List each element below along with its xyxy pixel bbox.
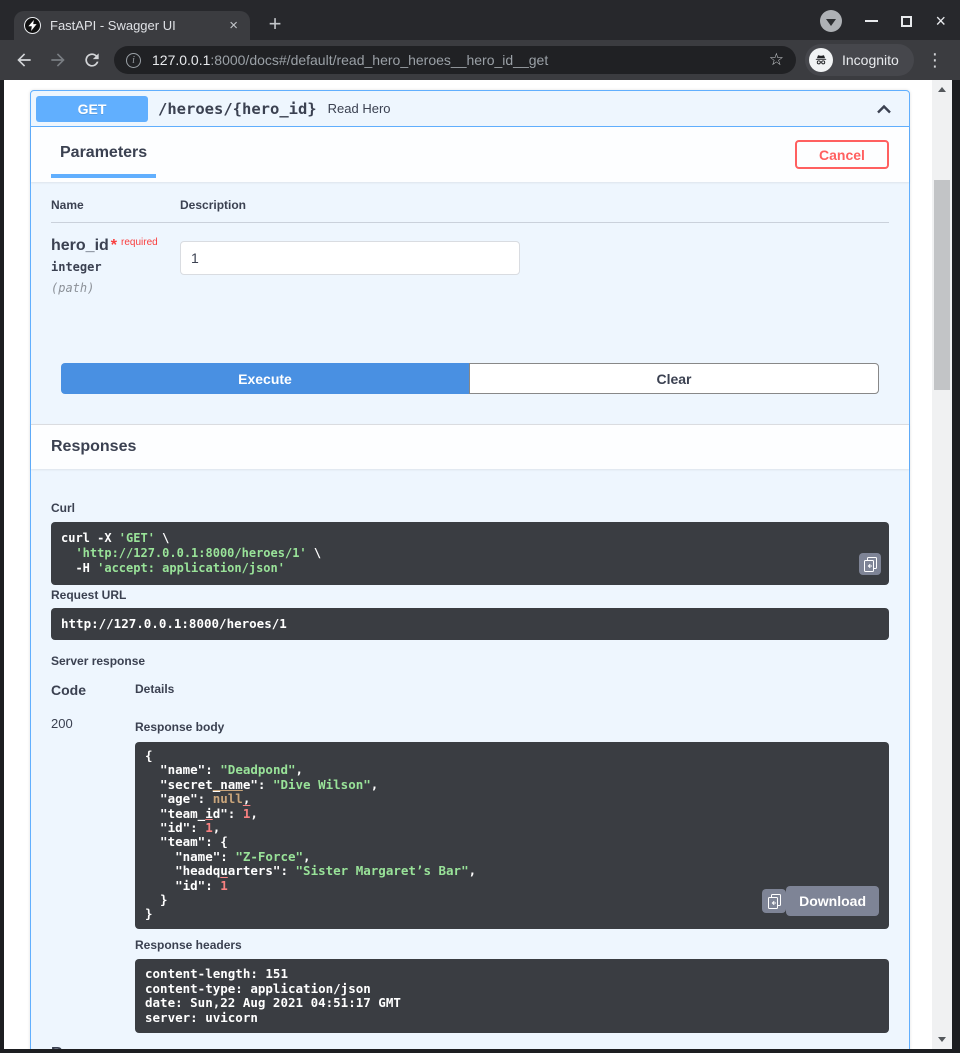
parameter-name-cell: hero_id*required integer (path) bbox=[51, 237, 180, 341]
bookmark-star-icon[interactable]: ☆ bbox=[769, 50, 784, 70]
browser-menu-icon[interactable]: ⋮ bbox=[926, 50, 944, 71]
url-text[interactable]: 127.0.0.1:8000/docs#/default/read_hero_h… bbox=[152, 52, 761, 68]
column-header-description: Description bbox=[180, 198, 246, 212]
status-code: 200 bbox=[51, 716, 135, 1033]
responses-body: Curl curl -X 'GET' \ 'http://127.0.0.1:8… bbox=[31, 469, 909, 1049]
operation-summary[interactable]: GET /heroes/{hero_id} Read Hero bbox=[31, 91, 909, 127]
parameters-table-head: Name Description bbox=[51, 198, 889, 223]
browser-tab[interactable]: FastAPI - Swagger UI × bbox=[14, 11, 250, 40]
request-url-label: Request URL bbox=[51, 588, 889, 602]
endpoint-path: /heroes/{hero_id} bbox=[158, 100, 317, 118]
cancel-button[interactable]: Cancel bbox=[795, 140, 889, 169]
caret-down-icon bbox=[826, 19, 836, 26]
tab-title: FastAPI - Swagger UI bbox=[50, 18, 227, 33]
response-headers-text: content-length: 151content-type: applica… bbox=[145, 967, 879, 1025]
copy-curl-button[interactable] bbox=[859, 553, 881, 575]
response-body-label: Response body bbox=[135, 720, 889, 734]
parameter-name: hero_id*required bbox=[51, 237, 180, 255]
parameter-type: integer bbox=[51, 260, 180, 274]
response-details-cell: Response body { "name": "Deadpond", "sec… bbox=[135, 716, 889, 1033]
forward-button[interactable] bbox=[48, 50, 68, 70]
response-headers-label: Response headers bbox=[135, 938, 889, 952]
window-edge-right bbox=[952, 80, 960, 1053]
incognito-label: Incognito bbox=[842, 52, 899, 68]
execute-wrapper: Execute Clear bbox=[31, 341, 909, 424]
url-path: :8000/docs#/default/read_hero_heroes__he… bbox=[210, 52, 548, 68]
responses-title: Responses bbox=[51, 438, 136, 455]
request-url-block: http://127.0.0.1:8000/heroes/1 bbox=[51, 608, 889, 640]
server-response-table-head: Code Details bbox=[51, 682, 889, 698]
browser-toolbar: i 127.0.0.1:8000/docs#/default/read_hero… bbox=[0, 40, 960, 80]
scroll-down-icon[interactable] bbox=[938, 1037, 946, 1042]
hero-id-input[interactable] bbox=[180, 241, 520, 275]
server-response-row: 200 Response body { "name": "Deadpond", … bbox=[51, 716, 889, 1033]
fastapi-favicon-icon bbox=[24, 17, 41, 34]
response-headers-block: content-length: 151content-type: applica… bbox=[135, 959, 889, 1033]
column-header-name: Name bbox=[51, 198, 180, 212]
browser-tab-bar: FastAPI - Swagger UI × + × bbox=[0, 0, 960, 40]
scroll-up-icon[interactable] bbox=[938, 87, 946, 92]
browser-status-icon[interactable] bbox=[820, 10, 842, 32]
minimize-button[interactable] bbox=[865, 20, 878, 22]
parameters-header: Parameters Cancel bbox=[31, 127, 909, 182]
window-controls: × bbox=[820, 9, 946, 33]
curl-command-text: curl -X 'GET' \ 'http://127.0.0.1:8000/h… bbox=[61, 531, 849, 576]
required-label: required bbox=[121, 237, 158, 248]
address-bar[interactable]: i 127.0.0.1:8000/docs#/default/read_hero… bbox=[114, 46, 796, 74]
responses-header: Responses bbox=[31, 424, 909, 469]
required-asterisk: * bbox=[111, 237, 117, 254]
download-button[interactable]: Download bbox=[786, 886, 879, 916]
window-edge-bottom bbox=[0, 1049, 960, 1053]
new-tab-button[interactable]: + bbox=[262, 11, 288, 37]
back-button[interactable] bbox=[14, 50, 34, 70]
collapse-chevron-icon[interactable] bbox=[873, 99, 895, 119]
request-url-text: http://127.0.0.1:8000/heroes/1 bbox=[61, 617, 879, 631]
execute-button[interactable]: Execute bbox=[61, 363, 469, 394]
site-info-icon[interactable]: i bbox=[126, 53, 141, 68]
window-edge-left bbox=[0, 80, 4, 1053]
reload-button[interactable] bbox=[82, 50, 102, 70]
curl-command-block: curl -X 'GET' \ 'http://127.0.0.1:8000/h… bbox=[51, 522, 889, 585]
server-response-label: Server response bbox=[51, 654, 889, 668]
copy-response-button[interactable] bbox=[762, 889, 786, 913]
parameter-description-cell bbox=[180, 237, 520, 341]
page-scrollbar[interactable] bbox=[932, 80, 952, 1049]
response-body-block: { "name": "Deadpond", "secret_name": "Di… bbox=[135, 742, 889, 929]
curl-label: Curl bbox=[51, 469, 889, 515]
opblock-get-read-hero: GET /heroes/{hero_id} Read Hero Paramete… bbox=[30, 90, 910, 1049]
parameter-location: (path) bbox=[51, 281, 180, 295]
column-header-code: Code bbox=[51, 682, 135, 698]
url-host: 127.0.0.1 bbox=[152, 52, 210, 68]
scrollbar-thumb[interactable] bbox=[934, 180, 950, 390]
incognito-badge: Incognito bbox=[805, 44, 914, 76]
clear-button[interactable]: Clear bbox=[469, 363, 879, 394]
window-close-button[interactable]: × bbox=[935, 12, 946, 30]
parameter-row: hero_id*required integer (path) bbox=[51, 223, 889, 341]
http-method-badge: GET bbox=[36, 96, 148, 122]
parameters-table: Name Description hero_id*required intege… bbox=[31, 182, 909, 341]
tab-parameters[interactable]: Parameters bbox=[51, 144, 156, 178]
endpoint-summary: Read Hero bbox=[328, 101, 391, 116]
maximize-button[interactable] bbox=[901, 16, 912, 27]
swagger-page: GET /heroes/{hero_id} Read Hero Paramete… bbox=[4, 80, 932, 1049]
incognito-icon bbox=[809, 48, 833, 72]
column-header-details: Details bbox=[135, 682, 174, 698]
tab-close-icon[interactable]: × bbox=[227, 17, 240, 34]
